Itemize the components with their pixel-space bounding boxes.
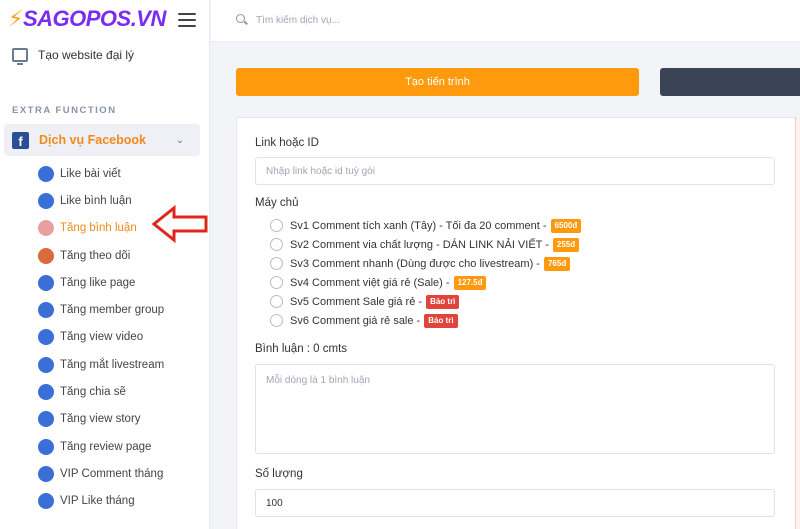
price-badge: 255đ: [552, 237, 580, 252]
sidebar-item-label: Tăng bình luận: [60, 222, 137, 235]
link-label: Link hoặc ID: [255, 137, 319, 149]
live-icon: [38, 356, 54, 373]
sidebar-item-9[interactable]: Tăng view story: [38, 406, 164, 433]
annotation-arrow-icon: [151, 204, 208, 244]
server-option-label: Sv6 Comment giá rẻ sale -: [290, 314, 421, 327]
section-title: EXTRA FUNCTION: [12, 105, 117, 116]
server-options: Sv1 Comment tích xanh (Tây) - Tối đa 20 …: [270, 216, 582, 330]
sidebar-item-label: Like bình luận: [60, 194, 132, 207]
comment-label: Bình luận : 0 cmts: [255, 343, 348, 355]
secondary-button[interactable]: [660, 68, 800, 96]
flag-icon: [38, 274, 54, 291]
side-panel-edge: [795, 117, 800, 529]
create-process-button[interactable]: Tạo tiến trình: [236, 68, 639, 96]
server-option-2[interactable]: Sv2 Comment via chất lượng - DÁN LINK NẢ…: [270, 235, 581, 254]
sidebar-item-label: VIP Comment tháng: [60, 467, 164, 480]
radio-button[interactable]: [270, 276, 283, 289]
server-option-label: Sv4 Comment việt giá rẻ (Sale) -: [290, 276, 450, 289]
logo-text: SAGOPOS.VN: [22, 6, 166, 31]
server-label: Máy chủ: [255, 197, 299, 209]
sidebar-group-label: Dịch vụ Facebook: [39, 133, 146, 147]
sidebar-item-0[interactable]: Like bài viết: [38, 160, 164, 187]
radio-button[interactable]: [270, 238, 283, 251]
sidebar-item-12[interactable]: VIP Like tháng: [38, 488, 164, 515]
search-input[interactable]: [256, 12, 556, 28]
sidebar-item-label: Like bài viết: [60, 167, 121, 180]
sidebar-group-facebook[interactable]: f Dịch vụ Facebook ⌄: [4, 124, 200, 156]
share-icon: [38, 384, 54, 401]
radio-button[interactable]: [270, 314, 283, 327]
radio-button[interactable]: [270, 295, 283, 308]
sidebar-item-label: VIP Like tháng: [60, 495, 135, 508]
logo[interactable]: ⚡SAGOPOS.VN: [8, 6, 166, 32]
sidebar-submenu: Like bài viết Like bình luận Tăng bình luậ…: [38, 160, 164, 515]
star-icon: [38, 438, 54, 455]
sidebar-item-10[interactable]: Tăng review page: [38, 433, 164, 460]
sidebar-item-11[interactable]: VIP Comment tháng: [38, 460, 164, 487]
sidebar-item-label: Tăng like page: [60, 276, 136, 289]
radio-button[interactable]: [270, 257, 283, 270]
server-option-5[interactable]: Sv5 Comment Sale giá rẻ - Bảo trì: [270, 292, 581, 311]
quantity-input[interactable]: [255, 489, 775, 517]
server-option-label: Sv1 Comment tích xanh (Tây) - Tối đa 20 …: [290, 219, 547, 232]
sidebar-item-3[interactable]: Tăng theo dõi: [38, 242, 164, 269]
sidebar-item-8[interactable]: Tăng chia sẽ: [38, 378, 164, 405]
quantity-label: Số lượng: [255, 468, 303, 480]
hamburger-menu-icon[interactable]: [178, 13, 196, 27]
sidebar: ⚡SAGOPOS.VN Tạo website đại lý EXTRA FUN…: [0, 0, 210, 529]
sidebar-item-label: Tăng theo dõi: [60, 249, 131, 262]
search-icon: [236, 14, 245, 23]
server-option-4[interactable]: Sv4 Comment việt giá rẻ (Sale) -127.5đ: [270, 273, 581, 292]
bolt-icon: ⚡: [8, 6, 23, 31]
link-input[interactable]: [255, 157, 775, 185]
sidebar-item-label: Tăng review page: [60, 440, 152, 453]
vip-comment-icon: [38, 465, 54, 482]
sidebar-item-label: Tạo website đại lý: [38, 48, 135, 62]
sidebar-item-label: Tăng chia sẽ: [60, 386, 126, 399]
sidebar-item-4[interactable]: Tăng like page: [38, 269, 164, 296]
comment-textarea[interactable]: [255, 364, 775, 454]
group-icon: [38, 302, 54, 319]
sidebar-item-label: Tăng member group: [60, 304, 165, 317]
server-option-1[interactable]: Sv1 Comment tích xanh (Tây) - Tối đa 20 …: [270, 216, 582, 235]
server-option-3[interactable]: Sv3 Comment nhanh (Dùng được cho livestr…: [270, 254, 581, 273]
server-option-label: Sv2 Comment via chất lượng - DÁN LINK NẢ…: [290, 238, 549, 251]
radio-button[interactable]: [270, 219, 283, 232]
chevron-down-icon: ⌄: [175, 134, 184, 146]
maintenance-badge: Bảo trì: [424, 313, 458, 328]
server-option-label: Sv3 Comment nhanh (Dùng được cho livestr…: [290, 257, 540, 270]
clock-icon: [38, 493, 54, 510]
sidebar-item-label: Tăng mắt livestream: [60, 358, 165, 371]
follow-icon: [38, 247, 54, 264]
comment-icon: [38, 220, 54, 237]
sidebar-item-5[interactable]: Tăng member group: [38, 296, 164, 323]
sidebar-item-agency[interactable]: Tạo website đại lý: [12, 48, 135, 65]
heart-icon: [38, 411, 54, 428]
facebook-icon: f: [12, 131, 29, 149]
sidebar-item-label: Tăng view story: [60, 413, 141, 426]
price-badge: 6500đ: [550, 218, 582, 233]
sidebar-item-7[interactable]: Tăng mắt livestream: [38, 351, 164, 378]
monitor-icon: [12, 48, 28, 65]
like-comment-icon: [38, 192, 54, 209]
thumbs-up-icon: [38, 165, 54, 182]
price-badge: 127.5đ: [453, 275, 487, 290]
price-badge: 765đ: [543, 256, 571, 271]
server-option-label: Sv5 Comment Sale giá rẻ -: [290, 295, 423, 308]
sidebar-item-label: Tăng view video: [60, 331, 144, 344]
sidebar-item-1[interactable]: Like bình luận: [38, 187, 164, 214]
maintenance-badge: Bảo trì: [426, 294, 460, 309]
sidebar-item-2[interactable]: Tăng bình luận: [38, 215, 164, 242]
server-option-6[interactable]: Sv6 Comment giá rẻ sale - Bảo trì: [270, 311, 581, 330]
play-icon: [38, 329, 54, 346]
sidebar-item-6[interactable]: Tăng view video: [38, 324, 164, 351]
